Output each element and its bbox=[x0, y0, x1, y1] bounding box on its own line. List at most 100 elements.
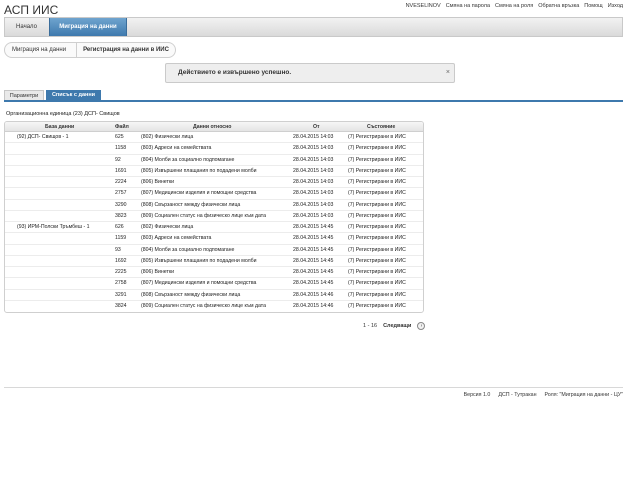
change-password-link[interactable]: Смяна на парола bbox=[446, 3, 490, 9]
cell-state: (7) Регистрирани в ИИС bbox=[348, 190, 406, 197]
top-links: NVESELINOV Смяна на парола Смяна на роля… bbox=[406, 3, 623, 9]
cell-from: 28.04.2015 14:45 bbox=[293, 224, 334, 230]
cell-from: 28.04.2015 14:03 bbox=[293, 156, 334, 163]
cell-file: 1158 bbox=[115, 145, 127, 152]
cell-data: (808) Свързаност между физически лица bbox=[141, 201, 241, 208]
footer: Версия 1.0 ДСП - Тутракан Роля: "Миграци… bbox=[464, 392, 623, 398]
cell-state: (7) Регистрирани в ИИС bbox=[348, 212, 406, 219]
cell-from: 28.04.2015 14:03 bbox=[293, 134, 334, 140]
header-from[interactable]: От bbox=[313, 122, 363, 132]
next-page-icon[interactable]: › bbox=[417, 322, 426, 330]
cell-from: 28.04.2015 14:03 bbox=[293, 145, 334, 152]
close-icon[interactable]: × bbox=[446, 64, 450, 82]
cell-base: (92) ДСП- Свищов - 1 bbox=[17, 134, 69, 140]
table-row[interactable]: 2758 (807) Медицински изделия и помощни с… bbox=[5, 278, 423, 290]
cell-file: 626 bbox=[115, 224, 124, 230]
cell-state: (7) Регистрирани в ИИС bbox=[348, 257, 406, 264]
success-message: Действието е извършено успешно. × bbox=[165, 63, 455, 83]
table-row[interactable]: 1692 (805) Извършени плащания по подадени… bbox=[5, 256, 423, 267]
tab-parameters[interactable]: Параметри bbox=[4, 90, 44, 100]
footer-divider bbox=[4, 387, 623, 388]
cell-file: 3291 bbox=[115, 291, 127, 298]
table-row[interactable]: 1159 (803) Адреси на семействата 28.04.201… bbox=[5, 233, 423, 245]
cell-state: (7) Регистрирани в ИИС bbox=[348, 269, 406, 275]
header-state[interactable]: Състояние bbox=[367, 122, 423, 132]
cell-from: 28.04.2015 14:03 bbox=[293, 212, 334, 219]
cell-file: 3824 bbox=[115, 302, 127, 309]
table-row[interactable]: 2225 (806) Винетки 28.04.2015 14:45 (7) Рег… bbox=[5, 267, 423, 279]
cell-state: (7) Регистрирани в ИИС bbox=[348, 224, 406, 230]
content-tabs: Параметри Списък с данни bbox=[4, 90, 623, 102]
table-row[interactable]: 2757 (807) Медицински изделия и помощни с… bbox=[5, 188, 423, 200]
table-row[interactable]: 92 (804) Молби за социално подпомагане 28.… bbox=[5, 155, 423, 166]
pager: 1 - 16 Следващи › bbox=[363, 322, 426, 330]
table-row[interactable]: (92) ДСП- Свищов - 1 625 (802) Физически л… bbox=[5, 132, 423, 144]
footer-role: Роля: "Миграция на данни - ЦУ" bbox=[544, 392, 624, 398]
cell-from: 28.04.2015 14:03 bbox=[293, 190, 334, 197]
cell-state: (7) Регистрирани в ИИС bbox=[348, 291, 406, 298]
cell-file: 625 bbox=[115, 134, 124, 140]
table-row[interactable]: 3290 (808) Свързаност между физически лиц… bbox=[5, 200, 423, 211]
feedback-link[interactable]: Обратна връзка bbox=[538, 3, 579, 9]
table-row[interactable]: 3824 (809) Социален статус на физическо л… bbox=[5, 301, 423, 312]
cell-state: (7) Регистрирани в ИИС bbox=[348, 167, 406, 174]
cell-data: (807) Медицински изделия и помощни средс… bbox=[141, 280, 257, 287]
cell-file: 2757 bbox=[115, 190, 127, 197]
org-unit-label: Организационна единица (23) ДСП- Свищов bbox=[6, 111, 120, 117]
cell-data: (802) Физически лица bbox=[141, 134, 194, 140]
cell-state: (7) Регистрирани в ИИС bbox=[348, 134, 406, 140]
change-role-link[interactable]: Смяна на роля bbox=[495, 3, 533, 9]
cell-file: 3823 bbox=[115, 212, 127, 219]
cell-file: 1692 bbox=[115, 257, 127, 264]
cell-state: (7) Регистрирани в ИИС bbox=[348, 201, 406, 208]
cell-state: (7) Регистрирани в ИИС bbox=[348, 235, 406, 242]
next-page-link[interactable]: Следващи bbox=[383, 323, 411, 329]
breadcrumb-parent[interactable]: Миграция на данни bbox=[4, 42, 78, 58]
cell-file: 2225 bbox=[115, 269, 127, 275]
table-row[interactable]: (93) ИРМ-Полски Тръмбеш - 1 626 (802) Физи… bbox=[5, 222, 423, 234]
cell-file: 1159 bbox=[115, 235, 127, 242]
cell-file: 92 bbox=[115, 156, 121, 163]
cell-from: 28.04.2015 14:03 bbox=[293, 201, 334, 208]
app-title: АСП ИИС bbox=[4, 3, 59, 17]
cell-file: 3290 bbox=[115, 201, 127, 208]
table-row[interactable]: 1691 (805) Извършени плащания по подадени… bbox=[5, 166, 423, 177]
table-row[interactable]: 3291 (808) Свързаност между физически лиц… bbox=[5, 290, 423, 301]
table-row[interactable]: 1158 (803) Адреси на семействата 28.04.201… bbox=[5, 143, 423, 155]
pager-range: 1 - 16 bbox=[363, 323, 378, 329]
cell-file: 93 bbox=[115, 246, 121, 253]
cell-data: (806) Винетки bbox=[141, 269, 175, 275]
tab-data-list[interactable]: Списък с данни bbox=[46, 90, 101, 100]
table-row[interactable]: 2224 (806) Винетки 28.04.2015 14:03 (7) Рег… bbox=[5, 177, 423, 189]
cell-data: (802) Физически лица bbox=[141, 224, 194, 230]
cell-file: 2224 bbox=[115, 179, 127, 185]
cell-state: (7) Регистрирани в ИИС bbox=[348, 280, 406, 287]
cell-state: (7) Регистрирани в ИИС bbox=[348, 302, 406, 309]
table-row[interactable]: 93 (804) Молби за социално подпомагане 28.… bbox=[5, 245, 423, 256]
help-link[interactable]: Помощ bbox=[584, 3, 602, 9]
nav-tab-home[interactable]: Начало bbox=[5, 18, 48, 36]
data-grid: База данни Файл Данни относно От Състоян… bbox=[4, 121, 424, 313]
header-file[interactable]: Файл bbox=[115, 122, 141, 132]
cell-from: 28.04.2015 14:45 bbox=[293, 257, 334, 264]
table-row[interactable]: 3823 (809) Социален статус на физическо л… bbox=[5, 211, 423, 222]
cell-state: (7) Регистрирани в ИИС bbox=[348, 246, 406, 253]
main-nav: Начало Миграция на данни bbox=[4, 17, 623, 37]
user-link[interactable]: NVESELINOV bbox=[406, 3, 441, 9]
footer-unit: ДСП - Тутракан bbox=[498, 392, 537, 398]
cell-data: (809) Социален статус на физическо лице … bbox=[141, 212, 266, 219]
cell-from: 28.04.2015 14:46 bbox=[293, 291, 334, 298]
cell-data: (804) Молби за социално подпомагане bbox=[141, 156, 235, 163]
cell-file: 1691 bbox=[115, 167, 127, 174]
nav-tab-data-migration[interactable]: Миграция на данни bbox=[49, 18, 127, 36]
cell-from: 28.04.2015 14:03 bbox=[293, 179, 334, 185]
cell-from: 28.04.2015 14:45 bbox=[293, 269, 334, 275]
logout-link[interactable]: Изход bbox=[608, 3, 623, 9]
success-message-text: Действието е извършено успешно. bbox=[178, 69, 292, 76]
cell-state: (7) Регистрирани в ИИС bbox=[348, 179, 406, 185]
cell-data: (808) Свързаност между физически лица bbox=[141, 291, 241, 298]
cell-state: (7) Регистрирани в ИИС bbox=[348, 145, 406, 152]
cell-state: (7) Регистрирани в ИИС bbox=[348, 156, 406, 163]
footer-version: Версия 1.0 bbox=[463, 392, 491, 398]
cell-data: (806) Винетки bbox=[141, 179, 175, 185]
